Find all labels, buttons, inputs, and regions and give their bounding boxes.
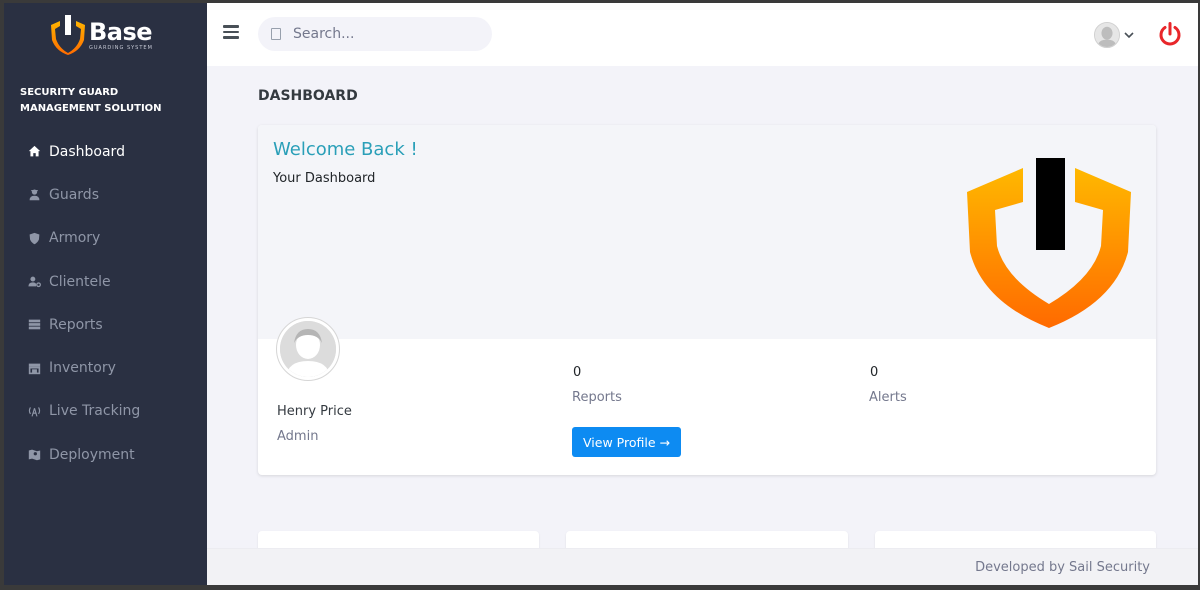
user-name: Henry Price: [277, 404, 352, 419]
store-icon: [26, 360, 42, 376]
profile-avatar: [276, 317, 340, 381]
user-key-icon: [26, 274, 42, 290]
welcome-card: Welcome Back ! Your Dashboard Henry Pric…: [258, 125, 1156, 475]
brand-name: Base: [89, 17, 153, 46]
topbar: [207, 3, 1198, 66]
sidebar-item-label: Guards: [49, 186, 99, 203]
sidebar-item-inventory[interactable]: Inventory: [4, 346, 207, 389]
shield-logo-icon: [967, 158, 1131, 328]
footer: Developed by Sail Security: [207, 548, 1198, 585]
reports-count: 0: [573, 365, 582, 380]
sidebar-nav: Dashboard Guards Armory Clientele Report…: [4, 130, 207, 476]
user-menu-button[interactable]: [1094, 21, 1138, 49]
avatar: [1094, 22, 1120, 48]
alerts-label: Alerts: [869, 390, 907, 405]
page-title: DASHBOARD: [258, 88, 358, 104]
welcome-banner: Welcome Back ! Your Dashboard: [258, 125, 1156, 339]
power-icon[interactable]: [1157, 21, 1183, 47]
sidebar-tagline: SECURITY GUARD MANAGEMENT SOLUTION: [20, 87, 162, 114]
home-icon: [26, 144, 42, 160]
user-role: Admin: [277, 429, 319, 444]
sidebar-item-clientele[interactable]: Clientele: [4, 260, 207, 303]
brand-logo[interactable]: Base GUARDING SYSTEM: [51, 12, 153, 58]
sidebar-item-label: Reports: [49, 316, 103, 333]
sidebar-item-guards[interactable]: Guards: [4, 173, 207, 216]
chevron-down-icon: [1124, 32, 1134, 39]
sidebar-item-label: Inventory: [49, 360, 116, 377]
sidebar-item-deployment[interactable]: Deployment: [4, 433, 207, 476]
reports-label: Reports: [572, 390, 622, 405]
app-frame: Base GUARDING SYSTEM SECURITY GUARD MANA…: [4, 3, 1198, 585]
search-input[interactable]: [293, 26, 473, 42]
alerts-count: 0: [870, 365, 879, 380]
sidebar-item-armory[interactable]: Armory: [4, 217, 207, 260]
search-icon: [271, 28, 281, 40]
sidebar-item-dashboard[interactable]: Dashboard: [4, 130, 207, 173]
broadcast-icon: [26, 403, 42, 419]
server-icon: [26, 317, 42, 333]
guard-icon: [26, 187, 42, 203]
sidebar-item-label: Deployment: [49, 446, 135, 463]
sidebar-item-label: Armory: [49, 230, 101, 247]
view-profile-button[interactable]: View Profile →: [572, 427, 681, 457]
menu-toggle-icon[interactable]: [223, 25, 239, 39]
shield-logo-icon: [51, 15, 85, 55]
sidebar-item-label: Live Tracking: [49, 403, 141, 420]
sidebar: Base GUARDING SYSTEM SECURITY GUARD MANA…: [4, 3, 207, 585]
shield-icon: [26, 230, 42, 246]
sidebar-item-reports[interactable]: Reports: [4, 303, 207, 346]
welcome-heading: Welcome Back !: [273, 139, 418, 160]
footer-credit: Developed by Sail Security: [975, 560, 1150, 575]
sidebar-item-label: Dashboard: [49, 143, 125, 160]
sidebar-item-live-tracking[interactable]: Live Tracking: [4, 390, 207, 433]
map-user-icon: [26, 447, 42, 463]
search-box: [258, 17, 492, 51]
welcome-subheading: Your Dashboard: [273, 171, 376, 186]
sidebar-item-label: Clientele: [49, 273, 111, 290]
brand-subtitle: GUARDING SYSTEM: [89, 44, 153, 51]
